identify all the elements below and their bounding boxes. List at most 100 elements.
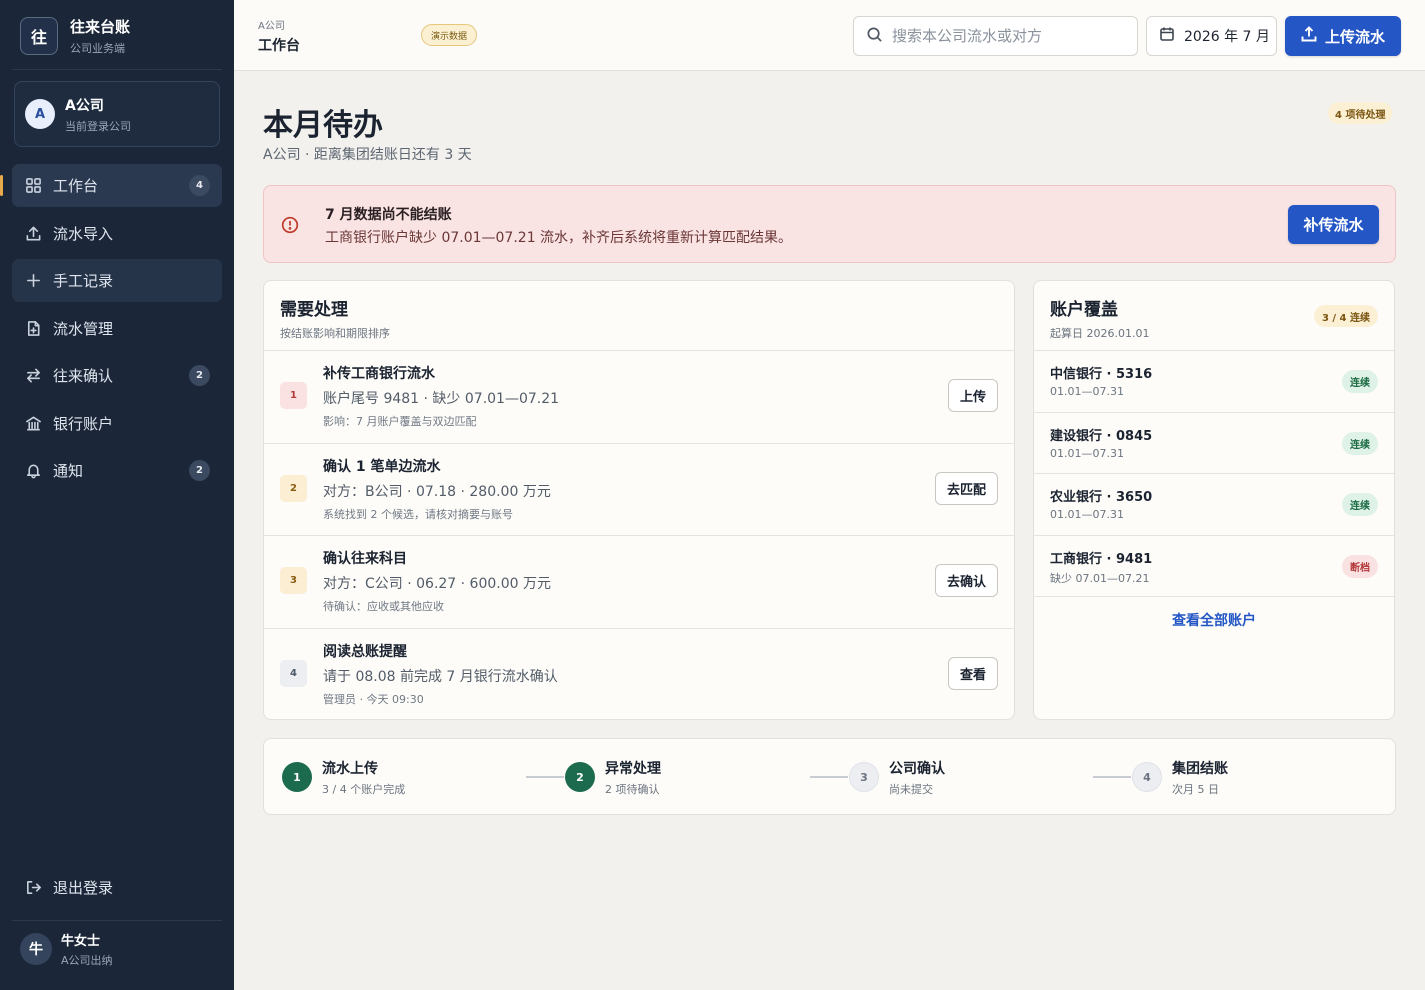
- breadcrumb-page: 工作台: [258, 38, 300, 54]
- reupload-button[interactable]: 补传流水: [1288, 205, 1379, 244]
- sidebar-item-workbench[interactable]: 工作台 4: [0, 164, 222, 207]
- task-note: 系统找到 2 个候选，请核对摘要与账号: [323, 507, 513, 521]
- search-box[interactable]: [853, 16, 1138, 56]
- step-connector: [810, 776, 848, 778]
- calendar-icon: [1159, 26, 1184, 46]
- avatar: 牛: [20, 933, 52, 965]
- sidebar-nav: 工作台 4 流水导入 手工记录 流水管理 往来确认 2 银行账户 通知 2: [0, 164, 222, 497]
- task-number: 2: [280, 474, 307, 502]
- topbar: A公司 工作台 演示数据 2026 年 7 月 上传流水: [234, 0, 1425, 71]
- step-connector: [526, 776, 564, 778]
- tasks-card: 需要处理 按结账影响和期限排序 1 补传工商银行流水 账户尾号 9481 · 缺…: [263, 280, 1015, 720]
- status-badge: 连续: [1342, 431, 1378, 455]
- nav-badge: 4: [189, 175, 210, 196]
- user-role: A公司出纳: [61, 954, 113, 967]
- sidebar-item-notify[interactable]: 通知 2: [12, 449, 222, 492]
- sidebar-item-label: 流水管理: [53, 319, 114, 338]
- status-badge: 连续: [1342, 493, 1378, 516]
- step-number: 2: [565, 762, 595, 792]
- task-note: 影响：7 月账户覆盖与双边匹配: [323, 415, 477, 428]
- view-all-accounts-link[interactable]: 查看全部账户: [1034, 610, 1394, 630]
- sidebar-item-label: 通知: [53, 462, 84, 480]
- task-number: 4: [280, 659, 307, 687]
- page-subtitle: A公司 · 距离集团结账日还有 3 天: [263, 147, 472, 163]
- user-profile[interactable]: 牛 牛女士 A公司出纳: [20, 930, 113, 968]
- company-card[interactable]: A A公司 当前登录公司: [14, 81, 220, 147]
- step-subtitle: 2 项待确认: [605, 783, 660, 796]
- sidebar-item-label: 流水导入: [53, 224, 114, 243]
- logout-label: 退出登录: [53, 879, 114, 897]
- task-number: 1: [280, 382, 307, 409]
- task-match-button[interactable]: 去匹配: [934, 471, 998, 505]
- search-input[interactable]: [892, 27, 1122, 45]
- user-name: 牛女士: [61, 934, 101, 949]
- task-view-button[interactable]: 查看: [947, 656, 998, 690]
- account-row[interactable]: 农业银行 · 3650 01.01—07.31 连续: [1034, 474, 1394, 536]
- task-description: 对方：B公司 · 07.18 · 280.00 万元: [323, 483, 551, 500]
- accounts-subtitle: 起算日 2026.01.01: [1050, 327, 1150, 340]
- company-subtitle: 当前登录公司: [65, 119, 131, 133]
- progress-steps: 1 流水上传 3 / 4 个账户完成 2 异常处理 2 项待确认 3 公司确认 …: [263, 738, 1396, 815]
- list-item: 3 确认往来科目 对方：C公司 · 06.27 · 600.00 万元 待确认：…: [264, 536, 1014, 629]
- nav-badge: 2: [189, 365, 210, 386]
- step-subtitle: 尚未提交: [889, 783, 933, 796]
- company-name: A公司: [65, 97, 104, 114]
- swap-icon: [24, 367, 42, 385]
- sidebar-divider: [12, 69, 222, 70]
- status-badge: 断档: [1342, 554, 1378, 578]
- page-title: 本月待办: [263, 108, 383, 143]
- account-row[interactable]: 中信银行 · 5316 01.01—07.31 连续: [1034, 351, 1394, 413]
- coverage-badge: 3 / 4 连续: [1313, 305, 1378, 327]
- sidebar-item-confirm[interactable]: 往来确认 2: [12, 354, 222, 397]
- status-badge: 连续: [1342, 370, 1378, 393]
- step-title: 公司确认: [889, 761, 945, 777]
- account-row[interactable]: 建设银行 · 0845 01.01—07.31 连续: [1034, 413, 1394, 474]
- alert-circle-icon: [281, 216, 299, 234]
- account-name: 建设银行 · 0845: [1050, 428, 1153, 444]
- alert-title: 7 月数据尚不能结账: [325, 207, 452, 223]
- account-row[interactable]: 工商银行 · 9481 缺少 07.01—07.21 断档: [1034, 536, 1394, 597]
- sidebar-item-label: 手工记录: [53, 272, 114, 290]
- step-number: 3: [849, 762, 879, 792]
- sidebar-item-manage[interactable]: 流水管理: [12, 307, 222, 350]
- task-upload-button[interactable]: 上传: [947, 379, 998, 412]
- grid-icon: [24, 177, 42, 195]
- upload-icon: [24, 224, 42, 242]
- brand-logo: 往: [20, 17, 58, 55]
- task-confirm-button[interactable]: 去确认: [934, 564, 998, 597]
- brand: 往 往来台账 公司业务端: [20, 16, 130, 56]
- step-number: 1: [282, 762, 312, 792]
- task-title: 确认往来科目: [323, 551, 407, 567]
- account-range: 01.01—07.31: [1050, 508, 1124, 521]
- upload-icon: [1301, 26, 1325, 46]
- sidebar-item-label: 工作台: [53, 177, 99, 195]
- account-range: 01.01—07.31: [1050, 446, 1124, 460]
- tasks-title: 需要处理: [280, 300, 348, 320]
- step-title: 异常处理: [605, 761, 661, 777]
- month-picker[interactable]: 2026 年 7 月: [1146, 16, 1277, 56]
- logout-button[interactable]: 退出登录: [12, 866, 222, 909]
- brand-subtitle: 公司业务端: [70, 42, 125, 55]
- month-value: 2026 年 7 月: [1184, 29, 1270, 45]
- task-note: 管理员 · 今天 09:30: [323, 692, 424, 706]
- sidebar-item-bank[interactable]: 银行账户: [12, 402, 222, 445]
- account-range: 01.01—07.31: [1050, 385, 1124, 398]
- upload-statement-button[interactable]: 上传流水: [1285, 16, 1401, 56]
- breadcrumb: A公司 工作台: [258, 17, 300, 55]
- account-range: 缺少 07.01—07.21: [1050, 571, 1150, 585]
- upload-label: 上传流水: [1324, 27, 1385, 46]
- account-name: 工商银行 · 9481: [1050, 551, 1153, 567]
- company-avatar: A: [25, 99, 55, 129]
- list-item: 1 补传工商银行流水 账户尾号 9481 · 缺少 07.01—07.21 影响…: [264, 351, 1014, 444]
- logout-icon: [24, 879, 42, 897]
- sidebar-item-import[interactable]: 流水导入: [12, 212, 222, 255]
- task-description: 请于 08.08 前完成 7 月银行流水确认: [323, 668, 558, 685]
- step-number: 4: [1132, 762, 1162, 792]
- task-title: 阅读总账提醒: [323, 643, 407, 660]
- sidebar: 往 往来台账 公司业务端 A A公司 当前登录公司 工作台 4 流水导入 手工记…: [0, 0, 234, 990]
- sidebar-item-label: 往来确认: [53, 367, 114, 385]
- bell-icon: [24, 462, 42, 480]
- sidebar-item-manual[interactable]: 手工记录: [12, 259, 222, 302]
- step-title: 集团结账: [1172, 761, 1228, 777]
- step-subtitle: 次月 5 日: [1172, 783, 1219, 796]
